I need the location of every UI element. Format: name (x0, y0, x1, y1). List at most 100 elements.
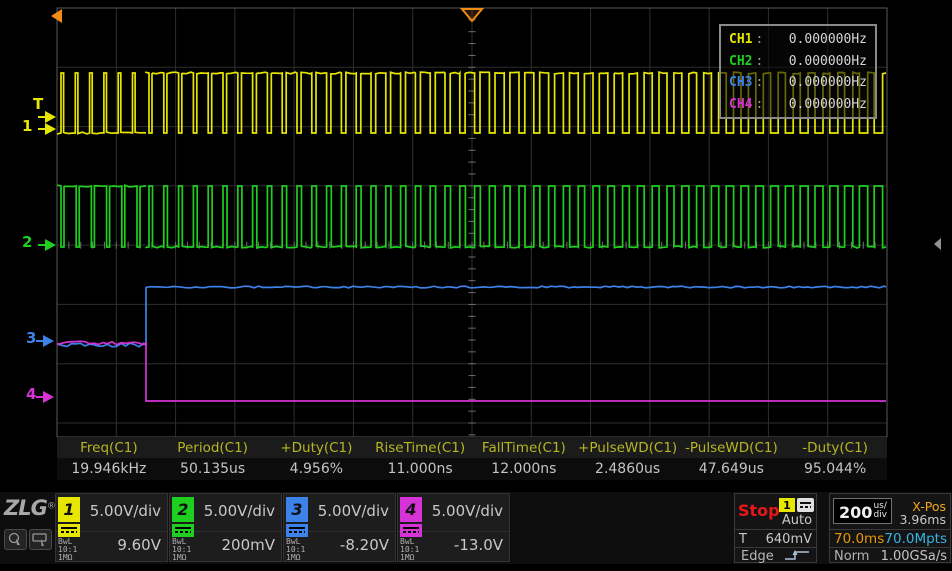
measurement-labels-row: Freq(C1)Period(C1)+Duty(C1)RiseTime(C1)F… (57, 437, 887, 458)
channel-number: 2 (172, 497, 194, 522)
separator: : (755, 97, 763, 112)
trigger-mode[interactable]: Auto (779, 513, 815, 528)
trigger-level-value[interactable]: 640mV (766, 532, 812, 547)
channel-label: CH4 (729, 97, 752, 112)
sample-rate: 1.00GSa/s (881, 549, 947, 564)
dc-coupling-icon (286, 524, 308, 537)
probe-info: BwL 10:1 1MΩ (400, 538, 419, 562)
measurement-label[interactable]: +Duty(C1) (265, 437, 369, 458)
bottom-toolbar: ZLG® 1 5.00V/div BwL 10:1 1MΩ (0, 492, 952, 564)
channel-1-block[interactable]: 1 5.00V/div BwL 10:1 1MΩ 9.60V (55, 493, 168, 562)
channel-number: 3 (286, 497, 308, 522)
separator: : (755, 32, 763, 47)
channel-2-block[interactable]: 2 5.00V/div BwL 10:1 1MΩ 200mV (169, 493, 282, 562)
frequency-counter-panel: CH1 : 0.000000Hz CH2 : 0.000000Hz CH3 : … (719, 24, 877, 119)
channel-badge[interactable]: 4 (400, 497, 422, 537)
dc-coupling-icon (400, 524, 422, 537)
trigger-level-arrow[interactable] (45, 111, 56, 123)
measurement-value: 95.044% (783, 458, 887, 480)
ch2-position-marker-label[interactable]: 2 (22, 235, 32, 249)
ch4-position-arrow[interactable] (43, 391, 54, 403)
oscilloscope-screen: { "brand": {"name": "ZLG", "reg": "®"}, … (0, 0, 952, 571)
channel-3-block[interactable]: 3 5.00V/div BwL 10:1 1MΩ -8.20V (283, 493, 396, 562)
brand-name: ZLG (4, 496, 47, 520)
frequency-row: CH3 : 0.000000Hz (729, 72, 867, 94)
frequency-value: 0.000000Hz (789, 32, 867, 47)
separator: : (755, 54, 763, 69)
channel-offset: -13.0V (454, 536, 503, 554)
channel-4-block[interactable]: 4 5.00V/div BwL 10:1 1MΩ -13.0V (397, 493, 510, 562)
ch1-position-arrow[interactable] (45, 123, 56, 135)
channel-badge[interactable]: 3 (286, 497, 308, 537)
frequency-value: 0.000000Hz (789, 54, 867, 69)
probe-info: BwL 10:1 1MΩ (172, 538, 191, 562)
xpos-value[interactable]: 3.96ms (899, 512, 946, 527)
trigger-position-marker[interactable] (462, 9, 482, 21)
dc-coupling-icon (58, 524, 80, 537)
timebase-scale-box[interactable]: 200 us/ div (833, 498, 892, 524)
volts-per-div: 5.00V/div (318, 502, 389, 520)
measurement-label[interactable]: RiseTime(C1) (368, 437, 472, 458)
frequency-row: CH4 : 0.000000Hz (729, 94, 867, 116)
measurement-values-row: 19.946kHz50.135us4.956%11.000ns12.000ns2… (57, 458, 887, 480)
record-duration: 70.0ms (834, 531, 884, 547)
measurement-label[interactable]: Freq(C1) (57, 437, 161, 458)
ch1-trace[interactable] (58, 73, 146, 134)
dc-coupling-icon (172, 524, 194, 537)
touch-pad-icon (32, 532, 49, 547)
trigger-coupling-dc-icon (797, 498, 814, 512)
measurement-value: 19.946kHz (57, 458, 161, 480)
ch1-position-marker-label[interactable]: 1 (22, 119, 32, 133)
channel-badge[interactable]: 2 (172, 497, 194, 537)
ch2-position-arrow[interactable] (45, 239, 56, 251)
volts-per-div: 5.00V/div (432, 502, 503, 520)
ch4-position-marker-label[interactable]: 4 (26, 387, 36, 401)
record-points: 70.0Mpts (884, 531, 947, 547)
touchpad-button[interactable] (29, 529, 52, 550)
volts-per-div: 5.00V/div (204, 502, 275, 520)
channel-offset: -8.20V (340, 536, 389, 554)
separator: : (755, 75, 763, 90)
channel-number: 1 (58, 497, 80, 522)
trigger-type[interactable]: Edge (741, 549, 774, 564)
timebase-panel[interactable]: 200 us/ div X-Pos 3.96ms 70.0ms 70.0Mpts… (829, 493, 951, 563)
channel-number: 4 (400, 497, 422, 522)
frequency-value: 0.000000Hz (789, 97, 867, 112)
frequency-row: CH2 : 0.000000Hz (729, 51, 867, 73)
ch3-position-marker-label[interactable]: 3 (26, 331, 36, 345)
measurement-value: 2.4860us (576, 458, 680, 480)
side-panel-collapse-arrow[interactable] (934, 238, 941, 250)
ch2-trace[interactable] (58, 185, 146, 247)
input-impedance: 1MΩ (58, 553, 72, 562)
probe-info: BwL 10:1 1MΩ (58, 538, 77, 562)
trigger-level-marker-label[interactable]: T (33, 97, 43, 111)
input-impedance: 1MΩ (172, 553, 186, 562)
channel-label: CH2 (729, 54, 752, 69)
measurement-value: 47.649us (680, 458, 784, 480)
measurement-label[interactable]: -Duty(C1) (783, 437, 887, 458)
touch-gesture-button[interactable] (4, 529, 27, 550)
acquisition-mode[interactable]: Norm (834, 549, 869, 564)
measurement-label[interactable]: FallTime(C1) (472, 437, 576, 458)
measurement-label[interactable]: +PulseWD(C1) (576, 437, 680, 458)
measurement-bar: Freq(C1)Period(C1)+Duty(C1)RiseTime(C1)F… (57, 437, 887, 480)
trigger-level-label: T (739, 532, 747, 547)
touch-circle-icon (7, 532, 24, 547)
frequency-value: 0.000000Hz (789, 75, 867, 90)
trigger-panel[interactable]: Stop 1 Auto T 640mV Edge (734, 493, 817, 563)
channel-badge[interactable]: 1 (58, 497, 80, 537)
frequency-row: CH1 : 0.000000Hz (729, 29, 867, 51)
run-stop-button[interactable]: Stop (738, 501, 780, 520)
trigger-source-badge[interactable]: 1 (779, 498, 795, 512)
measurement-value: 12.000ns (472, 458, 576, 480)
ch3-position-arrow[interactable] (43, 335, 54, 347)
timebase-scale-unit: us/ div (873, 502, 887, 520)
measurement-label[interactable]: Period(C1) (161, 437, 265, 458)
ch2-trace[interactable] (146, 186, 886, 248)
timebase-scale-value: 200 (839, 503, 872, 522)
measurement-value: 50.135us (161, 458, 265, 480)
channel-offset: 200mV (221, 536, 275, 554)
volts-per-div: 5.00V/div (90, 502, 161, 520)
measurement-label[interactable]: -PulseWD(C1) (680, 437, 784, 458)
measurement-value: 11.000ns (368, 458, 472, 480)
